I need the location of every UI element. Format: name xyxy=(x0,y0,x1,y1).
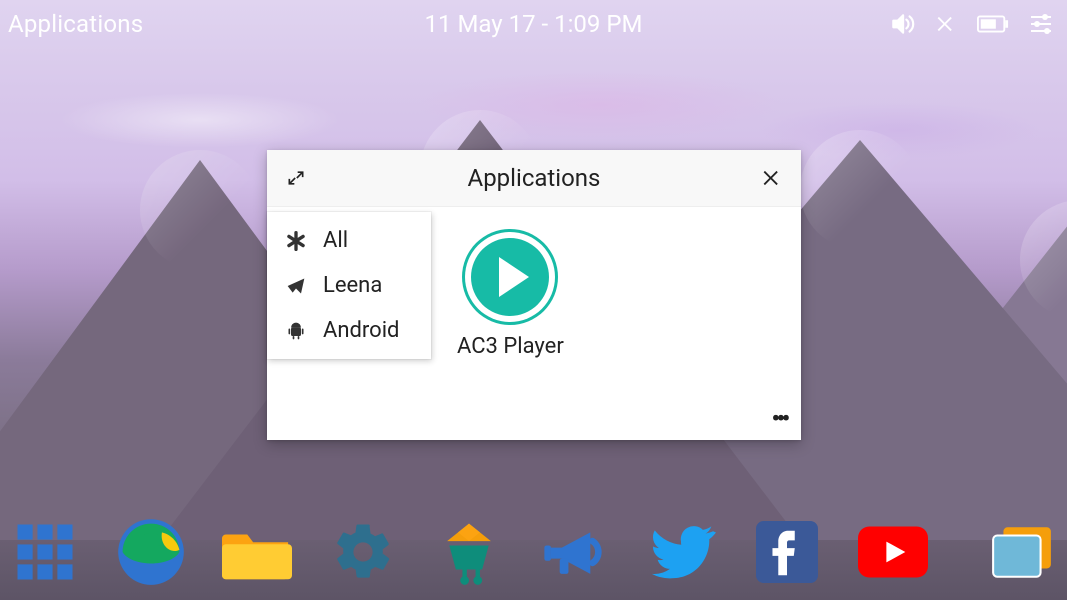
dock-app-drawer[interactable] xyxy=(10,517,80,587)
dock-youtube[interactable] xyxy=(858,517,928,587)
panel-title: Applications xyxy=(313,164,755,192)
expand-icon[interactable] xyxy=(279,161,313,195)
settings-sliders-icon[interactable] xyxy=(1029,12,1053,36)
asterisk-icon xyxy=(285,231,307,251)
dock-browser[interactable] xyxy=(116,517,186,587)
dock-announcements[interactable] xyxy=(540,517,610,587)
category-all[interactable]: All xyxy=(267,218,431,263)
category-label: Leena xyxy=(323,273,382,298)
app-ac3-player[interactable]: AC3 Player xyxy=(457,232,564,359)
category-leena[interactable]: Leena xyxy=(267,263,431,308)
dock-multitask[interactable] xyxy=(987,517,1057,587)
dock-facebook[interactable] xyxy=(752,517,822,587)
status-bar: Applications 11 May 17 - 1:09 PM xyxy=(0,0,1067,48)
volume-icon[interactable] xyxy=(889,11,915,37)
close-session-icon[interactable] xyxy=(935,13,957,35)
play-icon xyxy=(465,232,555,322)
dock-store[interactable] xyxy=(434,517,504,587)
android-icon xyxy=(285,321,307,341)
applications-menu[interactable]: Applications xyxy=(8,10,143,38)
applications-panel: Applications All Leena xyxy=(267,150,801,440)
dock xyxy=(0,504,1067,600)
battery-icon[interactable] xyxy=(977,14,1009,34)
close-icon[interactable] xyxy=(755,161,789,195)
category-label: Android xyxy=(323,318,399,343)
category-android[interactable]: Android xyxy=(267,308,431,353)
more-icon[interactable]: ••• xyxy=(772,407,787,432)
category-menu: All Leena Android xyxy=(267,212,431,359)
paper-plane-icon xyxy=(285,276,307,296)
app-label: AC3 Player xyxy=(457,334,564,359)
category-label: All xyxy=(323,228,348,253)
dock-twitter[interactable] xyxy=(646,517,716,587)
dock-settings[interactable] xyxy=(328,517,398,587)
dock-files[interactable] xyxy=(222,517,292,587)
